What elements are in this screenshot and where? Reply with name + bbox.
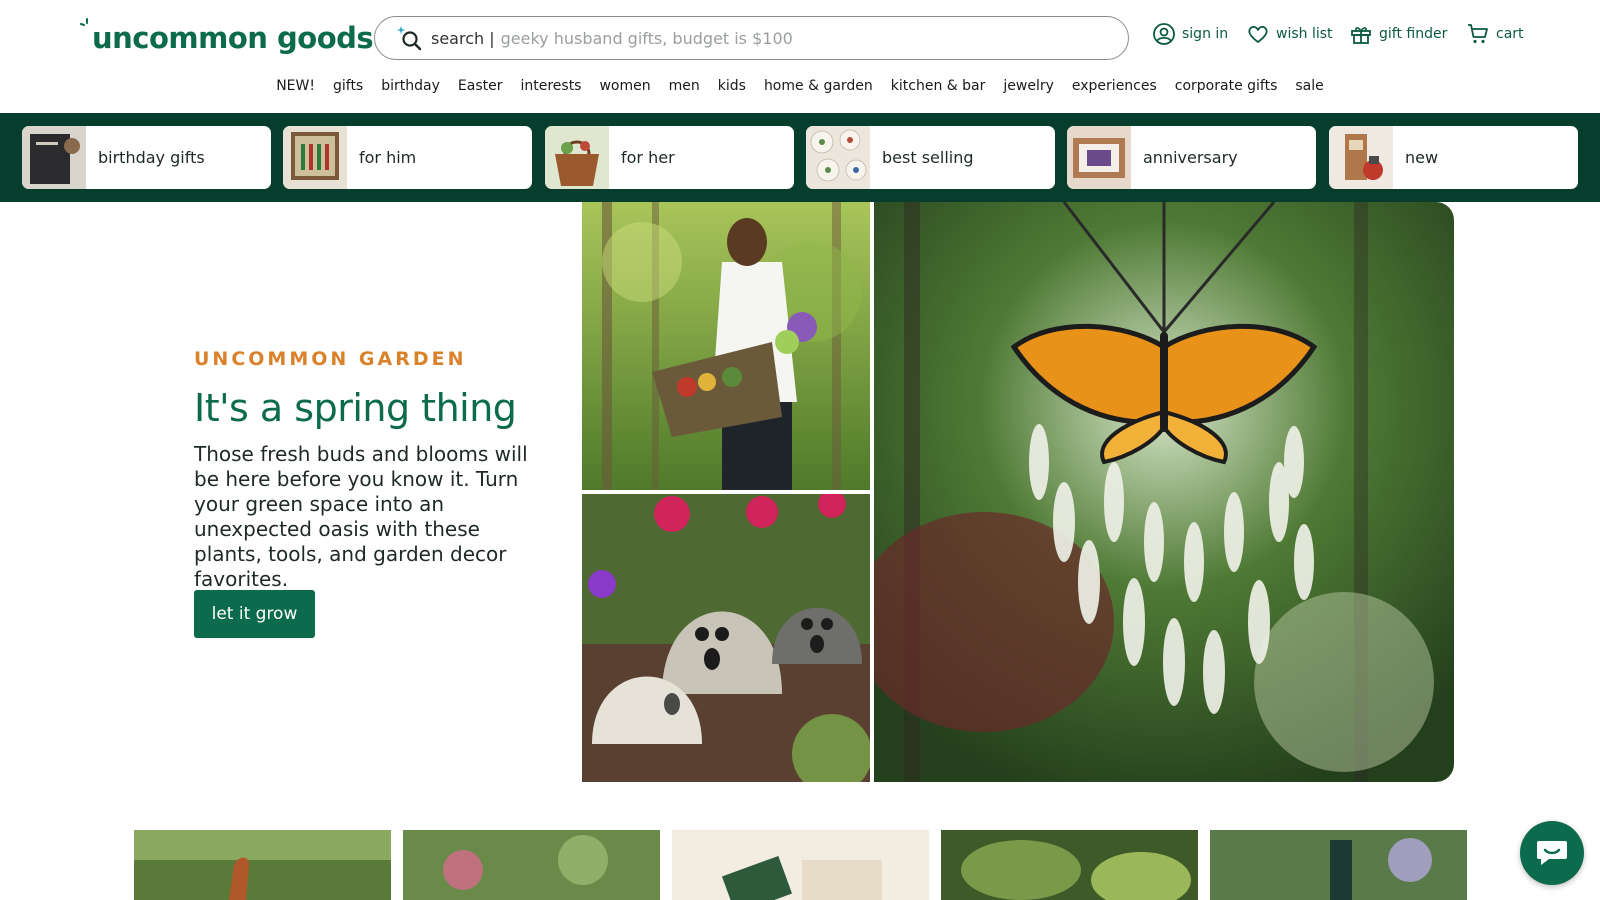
category-card-for-him[interactable]: for him [283,126,532,189]
search-bar[interactable]: search | [374,16,1129,60]
product-tile[interactable] [1210,830,1467,900]
product-tile-image [1210,830,1467,900]
category-label: new [1405,148,1439,167]
cart-link[interactable]: cart [1466,22,1524,46]
nav-item-jewelry[interactable]: jewelry [994,78,1063,100]
category-label: anniversary [1143,148,1238,167]
nav-item-sale[interactable]: sale [1286,78,1332,100]
nav-item-kitchen-bar[interactable]: kitchen & bar [882,78,995,100]
plates-image [806,126,870,189]
category-card-birthday-gifts[interactable]: birthday gifts [22,126,271,189]
category-strip: birthday gifts for him for her best sell… [0,113,1600,202]
frame-image [1067,126,1131,189]
chat-icon [1537,841,1567,865]
hero-image-garden-basket[interactable] [582,202,870,490]
product-tile-image [941,830,1198,900]
hero-image-butterfly-chime[interactable] [874,202,1454,782]
product-tile-image [134,830,391,900]
ghost-rocks-image [582,494,870,782]
hero-image-ghost-rocks[interactable] [582,494,870,782]
heart-icon [1248,25,1268,43]
category-label: for him [359,148,417,167]
logo-text: uncommon goods [92,21,374,55]
category-card-best-selling[interactable]: best selling [806,126,1055,189]
wish-list-link[interactable]: wish list [1246,22,1333,46]
garden-basket-image [582,202,870,490]
nav-item-kids[interactable]: kids [709,78,755,100]
category-label: birthday gifts [98,148,205,167]
let-it-grow-button[interactable]: let it grow [194,590,315,638]
nav-item-easter[interactable]: Easter [449,78,512,100]
product-tile-image [672,830,929,900]
nav-item-home-garden[interactable]: home & garden [755,78,882,100]
nav-item-women[interactable]: women [590,78,659,100]
product-tile[interactable] [403,830,660,900]
search-input[interactable] [500,28,1061,48]
wish-list-label: wish list [1276,26,1333,42]
birdhouse-image [1329,126,1393,189]
game-board-image [283,126,347,189]
category-label: for her [621,148,675,167]
nav-item-new[interactable]: NEW! [267,78,324,100]
nav-item-men[interactable]: men [660,78,709,100]
hero-copy: UNCOMMON GARDEN It's a spring thing Thos… [194,348,544,592]
butterfly-chime-image [874,202,1454,782]
category-card-anniversary[interactable]: anniversary [1067,126,1316,189]
nav-item-gifts[interactable]: gifts [324,78,372,100]
user-icon [1153,23,1175,45]
category-card-for-her[interactable]: for her [545,126,794,189]
site-header: uncommon goods search | sign in wish lis… [0,0,1600,112]
gift-icon [1351,27,1371,44]
hero-eyebrow: UNCOMMON GARDEN [194,348,467,370]
nav-item-corporate-gifts[interactable]: corporate gifts [1166,78,1287,100]
logo-spark-icon [80,18,88,26]
search-label: search | [431,28,495,48]
product-tile[interactable] [672,830,929,900]
nav-item-interests[interactable]: interests [511,78,590,100]
cart-label: cart [1496,26,1524,42]
search-icon [397,26,422,51]
product-tile-image [403,830,660,900]
nav-item-birthday[interactable]: birthday [372,78,449,100]
chat-button[interactable] [1520,821,1584,885]
sign-in-label: sign in [1182,26,1229,42]
sign-in-link[interactable]: sign in [1152,22,1228,46]
product-tile[interactable] [134,830,391,900]
hero-body: Those fresh buds and blooms will be here… [194,442,528,591]
basket-bag-image [545,126,609,189]
main-nav: NEW! gifts birthday Easter interests wom… [0,78,1600,100]
logo[interactable]: uncommon goods [78,18,374,58]
gift-finder-link[interactable]: gift finder [1349,22,1447,46]
product-tile[interactable] [941,830,1198,900]
category-label: best selling [882,148,974,167]
birthday-card-image [22,126,86,189]
category-card-new[interactable]: new [1329,126,1578,189]
cart-icon [1468,24,1488,44]
gift-finder-label: gift finder [1379,26,1448,42]
nav-item-experiences[interactable]: experiences [1063,78,1166,100]
hero-title: It's a spring thing [194,386,517,430]
